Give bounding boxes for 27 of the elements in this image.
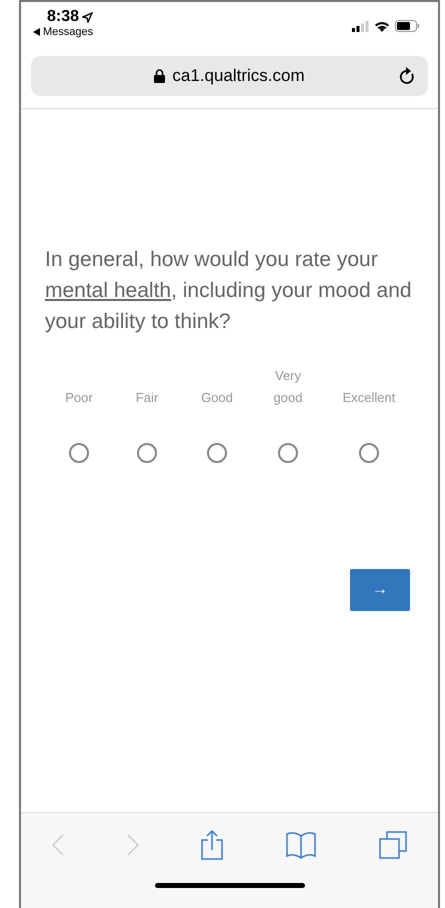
battery-icon bbox=[395, 20, 420, 32]
url-text: ca1.qualtrics.com bbox=[172, 66, 305, 86]
next-button[interactable]: → bbox=[350, 569, 410, 611]
option-label: Very good bbox=[272, 367, 304, 407]
lock-icon bbox=[154, 69, 166, 83]
radio-button[interactable] bbox=[359, 443, 379, 463]
back-triangle-icon[interactable] bbox=[33, 28, 40, 36]
mental-health-link[interactable]: mental health bbox=[45, 279, 172, 302]
radio-button[interactable] bbox=[69, 443, 89, 463]
book-icon[interactable] bbox=[286, 831, 316, 859]
option-label: Excellent bbox=[342, 389, 396, 407]
radio-button[interactable] bbox=[207, 443, 227, 463]
option-label: Poor bbox=[64, 389, 94, 407]
back-to-app-link[interactable]: Messages bbox=[43, 26, 94, 38]
tabs-icon[interactable] bbox=[378, 831, 407, 859]
reload-icon[interactable] bbox=[398, 66, 416, 86]
signal-icon bbox=[352, 20, 369, 32]
option-label: Fair bbox=[134, 389, 160, 407]
question-text: In general, how would you rate your mental health, including your mood and your ability to think? bbox=[45, 247, 413, 335]
address-bar[interactable]: ca1.qualtrics.com bbox=[31, 56, 428, 96]
share-icon[interactable] bbox=[201, 830, 224, 860]
radio-button[interactable] bbox=[278, 443, 298, 463]
location-arrow-icon bbox=[82, 12, 94, 22]
radio-button[interactable] bbox=[137, 443, 157, 463]
option-label: Good bbox=[200, 389, 234, 407]
wifi-icon bbox=[374, 20, 390, 32]
clock-time: 8:38 bbox=[47, 8, 80, 26]
